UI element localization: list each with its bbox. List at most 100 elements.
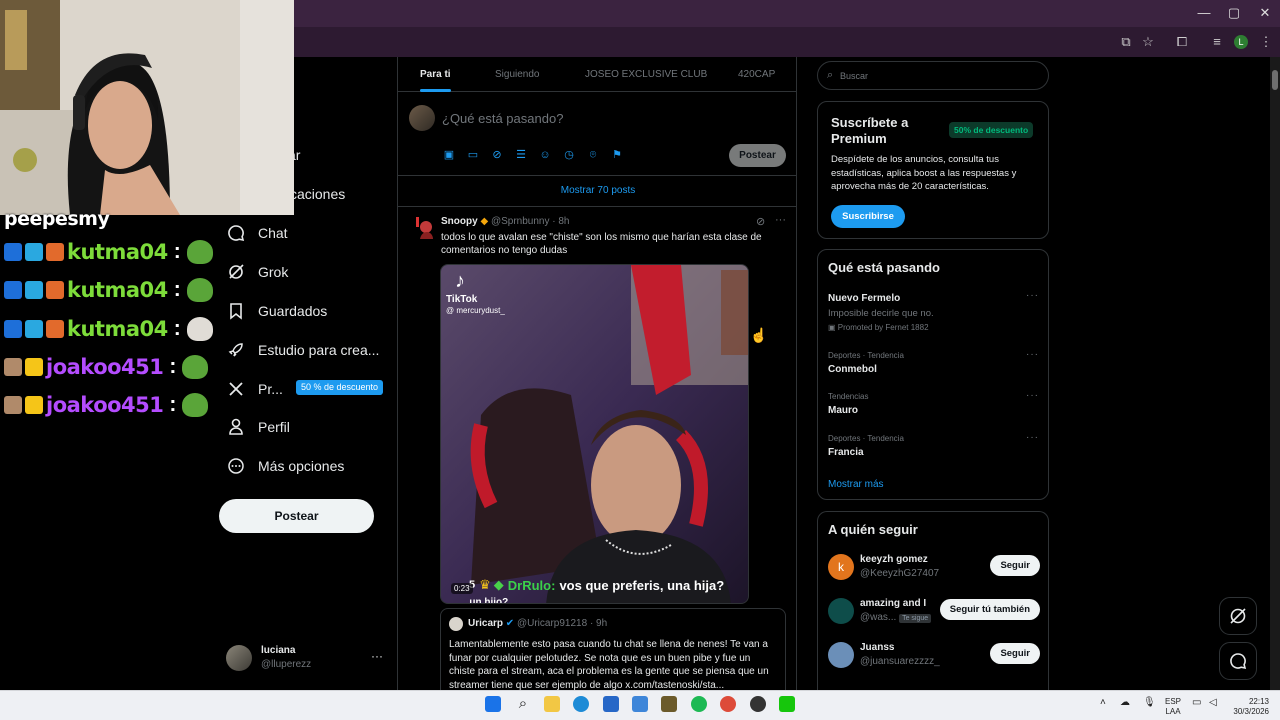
- tweet-time[interactable]: · 8h: [552, 216, 569, 227]
- trend-name[interactable]: Mauro: [828, 405, 858, 416]
- subscribe-button[interactable]: Suscribirse: [831, 205, 905, 228]
- account-more-icon[interactable]: ···: [371, 649, 383, 663]
- poll-icon[interactable]: ☰: [514, 148, 528, 162]
- chrome-icon[interactable]: [720, 696, 736, 712]
- follow-button[interactable]: Seguir: [990, 555, 1040, 576]
- stream-chat-overlay: peepesmy kutma04 : kutma04 : kutma04 : j…: [0, 208, 215, 430]
- avatar: [414, 215, 434, 243]
- follow-item[interactable]: Juanss @juansuarezzzz_ Seguir: [828, 639, 1040, 671]
- cloud-icon[interactable]: ☁: [1120, 697, 1130, 708]
- follow-item[interactable]: k keeyzh gomez @KeeyzhG27407 Seguir: [828, 551, 1040, 583]
- schedule-icon[interactable]: ◷: [562, 148, 576, 162]
- grok-icon[interactable]: ⊘: [490, 148, 504, 162]
- volume-icon[interactable]: ◁: [1209, 697, 1217, 708]
- grok-fab-icon[interactable]: [1219, 597, 1257, 635]
- quote-author[interactable]: Uricarp: [468, 618, 503, 629]
- follow-name: keeyzh gomez: [860, 554, 928, 565]
- quote-time[interactable]: · 9h: [590, 618, 607, 629]
- tweet-video[interactable]: ♪ TikTok @ mercurydust_ 5 ♛ ◆ DrRulo: vo…: [440, 264, 749, 604]
- quoted-tweet[interactable]: Uricarp ✔ @Uricarp91218 · 9h Lamentablem…: [440, 608, 786, 690]
- badge-icon: [46, 281, 64, 299]
- media-icon[interactable]: ≡: [1207, 33, 1227, 51]
- star-icon[interactable]: ☆: [1138, 33, 1158, 51]
- chevron-up-icon[interactable]: ˄: [1100, 697, 1106, 708]
- flag-icon[interactable]: ⚑: [610, 148, 624, 162]
- sidebar-post-button[interactable]: Postear: [219, 499, 374, 533]
- location-icon[interactable]: ⌾: [586, 148, 600, 162]
- scrollbar[interactable]: [1270, 57, 1280, 690]
- screencast-icon[interactable]: ⧉: [1116, 33, 1136, 51]
- follow-back-button[interactable]: Seguir tú también: [939, 599, 1040, 620]
- file-explorer-icon[interactable]: [544, 696, 560, 712]
- avatar: k: [828, 554, 854, 580]
- image-icon[interactable]: ▣: [442, 148, 456, 162]
- composer-post-button[interactable]: Postear: [729, 144, 786, 167]
- sidebar-item-premium[interactable]: Pr...: [226, 377, 283, 401]
- search-input[interactable]: ⌕ Buscar: [817, 61, 1049, 90]
- tweet-header: Snoopy ◆ @Sprnbunny · 8h: [441, 216, 569, 227]
- composer-input[interactable]: ¿Qué está pasando?: [442, 111, 563, 126]
- tweet-handle[interactable]: @Sprnbunny: [491, 216, 550, 227]
- tab-siguiendo[interactable]: Siguiendo: [495, 69, 539, 80]
- who-to-follow-card: A quién seguir k keeyzh gomez @KeeyzhG27…: [817, 511, 1049, 690]
- lang-bottom: LAA: [1165, 707, 1181, 716]
- badge-icon: [46, 320, 64, 338]
- tab-420cap[interactable]: 420CAP: [738, 69, 775, 80]
- premium-title: Suscríbete a Premium: [831, 115, 909, 146]
- network-icon[interactable]: ▭: [1192, 697, 1201, 708]
- clock[interactable]: 22:13 30/3/2026: [1229, 697, 1269, 717]
- trend-name[interactable]: Conmebol: [828, 364, 877, 375]
- maximize-icon[interactable]: ▢: [1219, 4, 1249, 22]
- emoji-icon[interactable]: ☺: [538, 148, 552, 162]
- more-icon[interactable]: ···: [1026, 349, 1039, 360]
- sidebar-item-grok[interactable]: Grok: [226, 260, 288, 284]
- tweet-author[interactable]: Snoopy: [441, 216, 478, 227]
- more-icon[interactable]: ···: [1026, 432, 1039, 443]
- scrollbar-thumb[interactable]: [1272, 70, 1278, 90]
- account-switcher[interactable]: luciana @lluperezz ···: [226, 643, 386, 673]
- trend-name[interactable]: Francia: [828, 447, 864, 458]
- grok-icon[interactable]: ⊘: [756, 215, 765, 228]
- windows-start-icon[interactable]: [485, 696, 501, 712]
- video-watermark: TikTok: [446, 294, 478, 305]
- minecraft-icon[interactable]: [661, 696, 677, 712]
- search-icon[interactable]: ⌕: [515, 696, 531, 712]
- more-icon[interactable]: ···: [1026, 290, 1039, 301]
- timeline-tabs: Para ti Siguiendo JOSEO EXCLUSIVE CLUB 4…: [398, 57, 796, 92]
- sidebar-item-perfil[interactable]: Perfil: [226, 415, 290, 439]
- premium-card: Suscríbete a Premium 50% de descuento De…: [817, 101, 1049, 239]
- language-indicator[interactable]: ESP LAA: [1165, 697, 1181, 717]
- spotify-icon[interactable]: [691, 696, 707, 712]
- obs-icon[interactable]: [750, 696, 766, 712]
- extension-icon[interactable]: ⧠: [1172, 33, 1192, 51]
- tab-para-ti[interactable]: Para ti: [420, 69, 451, 80]
- mic-icon[interactable]: 🎙: [1143, 697, 1156, 708]
- follow-button[interactable]: Seguir: [990, 643, 1040, 664]
- close-icon[interactable]: ✕: [1250, 4, 1280, 22]
- minimize-icon[interactable]: —: [1189, 4, 1219, 22]
- edge-icon[interactable]: [573, 696, 589, 712]
- tab-joseo[interactable]: JOSEO EXCLUSIVE CLUB: [585, 69, 707, 80]
- quote-handle[interactable]: @Uricarp91218: [517, 618, 587, 629]
- show-new-posts[interactable]: Mostrar 70 posts: [398, 175, 796, 207]
- follow-item[interactable]: amazing and I @was... Te sigue Seguir tú…: [828, 595, 1040, 627]
- more-icon[interactable]: ···: [1026, 390, 1039, 401]
- show-more-link[interactable]: Mostrar más: [828, 479, 884, 490]
- gif-icon[interactable]: ▭: [466, 148, 480, 162]
- sidebar-item-mas-opciones[interactable]: Más opciones: [226, 454, 344, 478]
- store-icon[interactable]: [603, 696, 619, 712]
- sidebar-item-chat[interactable]: Chat: [226, 221, 288, 245]
- avatar: [828, 598, 854, 624]
- kick-icon[interactable]: [779, 696, 795, 712]
- profile-avatar[interactable]: L: [1234, 35, 1248, 49]
- follow-name: amazing and I: [860, 598, 927, 609]
- avatar: [409, 105, 435, 131]
- menu-icon[interactable]: ⋮: [1256, 33, 1276, 51]
- video-caption: 5 ♛ ◆ DrRulo: vos que preferis, una hija…: [469, 577, 724, 593]
- more-icon[interactable]: ···: [775, 214, 786, 226]
- messages-fab-icon[interactable]: [1219, 642, 1257, 680]
- sidebar-item-guardados[interactable]: Guardados: [226, 299, 327, 323]
- trend-name[interactable]: Nuevo Fermelo: [828, 293, 900, 304]
- sidebar-item-estudio[interactable]: Estudio para crea...: [226, 338, 379, 362]
- mail-icon[interactable]: [632, 696, 648, 712]
